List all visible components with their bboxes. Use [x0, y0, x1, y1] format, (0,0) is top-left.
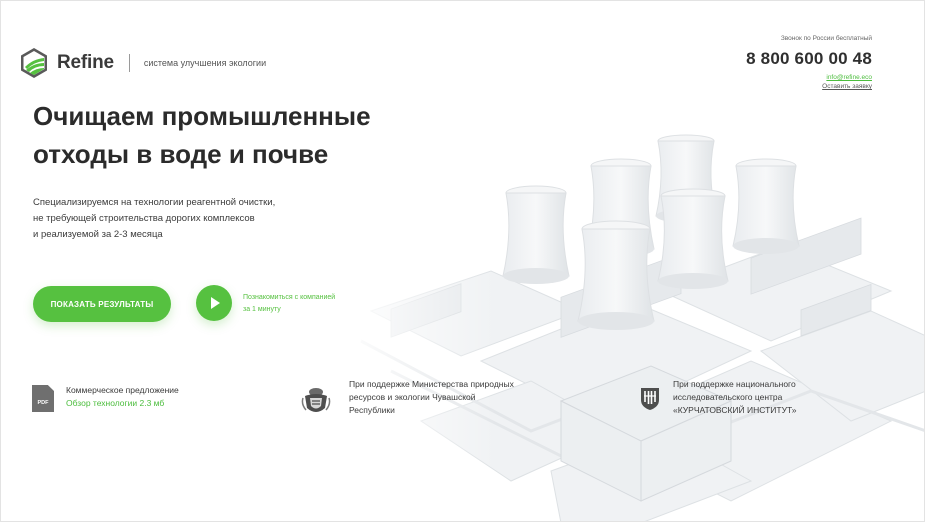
technology-overview-link[interactable]: Обзор технологии 2.3 мб [66, 398, 179, 408]
commercial-offer-block: PDF Коммерческое предложение Обзор техно… [32, 385, 179, 412]
video-link-line1: Познакомиться с компанией [243, 294, 336, 301]
hero-desc-line1: Специализируемся на технологии реагентно… [33, 197, 276, 208]
logo-divider [128, 54, 130, 72]
landing-page: Refine система улучшения экологии Звонок… [0, 0, 925, 522]
header-contacts: Звонок по России бесплатный 8 800 600 00… [746, 35, 872, 90]
commercial-offer-texts: Коммерческое предложение Обзор технологи… [66, 385, 179, 408]
free-call-label: Звонок по России бесплатный [780, 35, 872, 42]
video-link-line2: за 1 минуту [243, 306, 281, 313]
kurchatov-support-line1: При поддержке национального [673, 379, 796, 389]
pdf-badge: PDF [37, 399, 49, 406]
brand-logo[interactable]: Refine система улучшения экологии [19, 47, 266, 79]
pdf-file-icon[interactable]: PDF [32, 385, 54, 412]
industrial-plant-illustration [331, 101, 924, 521]
commercial-offer-title: Коммерческое предложение [66, 385, 179, 395]
ministry-support-block: При поддержке Министерства природных рес… [301, 378, 549, 417]
ministry-support-line2: ресурсов и экологии Чувашской [349, 392, 476, 402]
hero-title-line1: Очищаем промышленные [33, 101, 371, 131]
play-icon [211, 297, 220, 309]
ministry-support-line3: Республики [349, 405, 395, 415]
kurchatov-institute-icon [641, 388, 659, 410]
email-link[interactable]: info@refine.eco [746, 74, 872, 81]
hero-title-line2: отходы в воде и почве [33, 139, 329, 169]
kurchatov-support-line2: исследовательского центра [673, 392, 783, 402]
brand-tagline: система улучшения экологии [143, 58, 267, 68]
hero-desc-line2: не требующей строительства дорогих компл… [33, 213, 255, 224]
refine-logo-icon [21, 48, 47, 78]
kurchatov-support-line3: «КУРЧАТОВСКИЙ ИНСТИТУТ» [673, 405, 797, 415]
ministry-support-text: При поддержке Министерства природных рес… [349, 378, 549, 417]
ministry-support-line1: При поддержке Министерства природных [349, 379, 514, 389]
hero-description: Специализируемся на технологии реагентно… [33, 195, 333, 243]
video-link-text[interactable]: Познакомиться с компанией за 1 минуту [243, 292, 373, 316]
show-results-button[interactable]: ПОКАЗАТЬ РЕЗУЛЬТАТЫ [33, 286, 171, 322]
request-link[interactable]: Оставить заявку [746, 83, 872, 90]
brand-name: Refine [57, 52, 114, 73]
kurchatov-support-block: При поддержке национального исследовател… [639, 378, 853, 417]
phone-number[interactable]: 8 800 600 00 48 [746, 49, 872, 69]
hero-desc-line3: и реализуемой за 2-3 месяца [33, 229, 163, 240]
play-video-button[interactable] [196, 285, 232, 321]
hero-title: Очищаем промышленные отходы в воде и поч… [33, 97, 413, 173]
chuvashia-emblem-icon [301, 388, 331, 412]
kurchatov-support-text: При поддержке национального исследовател… [673, 378, 853, 417]
